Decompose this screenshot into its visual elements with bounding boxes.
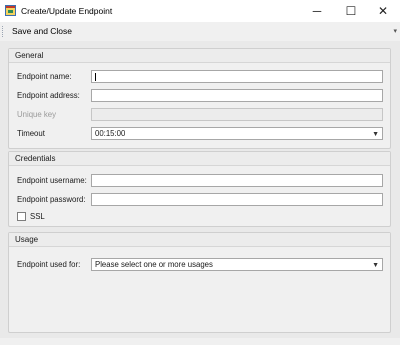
credentials-group: Credentials Endpoint username: Endpoint …: [8, 151, 391, 227]
chevron-down-icon[interactable]: ▼: [372, 129, 379, 140]
endpoint-name-label: Endpoint name:: [17, 72, 72, 81]
minimize-icon: ─: [312, 4, 322, 18]
general-group: General Endpoint name: Endpoint address:…: [8, 48, 391, 149]
maximize-button[interactable]: ☐: [334, 0, 368, 22]
endpoint-used-for-label: Endpoint used for:: [17, 260, 81, 269]
ssl-checkbox[interactable]: [17, 212, 26, 221]
endpoint-password-field[interactable]: [91, 193, 383, 206]
form-body: General Endpoint name: Endpoint address:…: [0, 41, 400, 338]
usage-group-header: Usage: [9, 233, 390, 247]
chevron-down-icon[interactable]: ▼: [372, 260, 379, 271]
minimize-button[interactable]: ─: [300, 0, 334, 22]
general-group-header: General: [9, 49, 390, 63]
timeout-value: 00:15:00: [95, 129, 126, 138]
save-and-close-button[interactable]: Save and Close: [12, 26, 72, 36]
app-window-icon: [5, 5, 16, 16]
close-button[interactable]: ✕: [366, 0, 400, 22]
endpoint-name-field[interactable]: [91, 70, 383, 83]
unique-key-field: [91, 108, 383, 121]
endpoint-username-field[interactable]: [91, 174, 383, 187]
endpoint-address-label: Endpoint address:: [17, 91, 80, 100]
title-bar[interactable]: Create/Update Endpoint ─ ☐ ✕: [0, 0, 400, 22]
endpoint-used-for-value: Please select one or more usages: [95, 260, 213, 269]
toolbar: Save and Close ▾: [0, 22, 400, 41]
ssl-label[interactable]: SSL: [30, 212, 45, 221]
endpoint-password-label: Endpoint password:: [17, 195, 86, 204]
toolbar-grip-icon[interactable]: [2, 26, 5, 37]
close-icon: ✕: [377, 4, 389, 18]
endpoint-used-for-select[interactable]: Please select one or more usages ▼: [91, 258, 383, 271]
endpoint-window: Create/Update Endpoint ─ ☐ ✕ Save and Cl…: [0, 0, 400, 345]
window-bottom-edge: [0, 338, 400, 345]
window-title: Create/Update Endpoint: [21, 6, 113, 16]
endpoint-username-label: Endpoint username:: [17, 176, 87, 185]
toolbar-overflow-icon[interactable]: ▾: [393, 27, 397, 35]
usage-group: Usage Endpoint used for: Please select o…: [8, 232, 391, 333]
endpoint-address-field[interactable]: [91, 89, 383, 102]
timeout-label: Timeout: [17, 129, 45, 138]
unique-key-label: Unique key: [17, 110, 57, 119]
credentials-group-header: Credentials: [9, 152, 390, 166]
text-caret: [95, 73, 96, 81]
timeout-select[interactable]: 00:15:00 ▼: [91, 127, 383, 140]
maximize-icon: ☐: [345, 4, 357, 18]
